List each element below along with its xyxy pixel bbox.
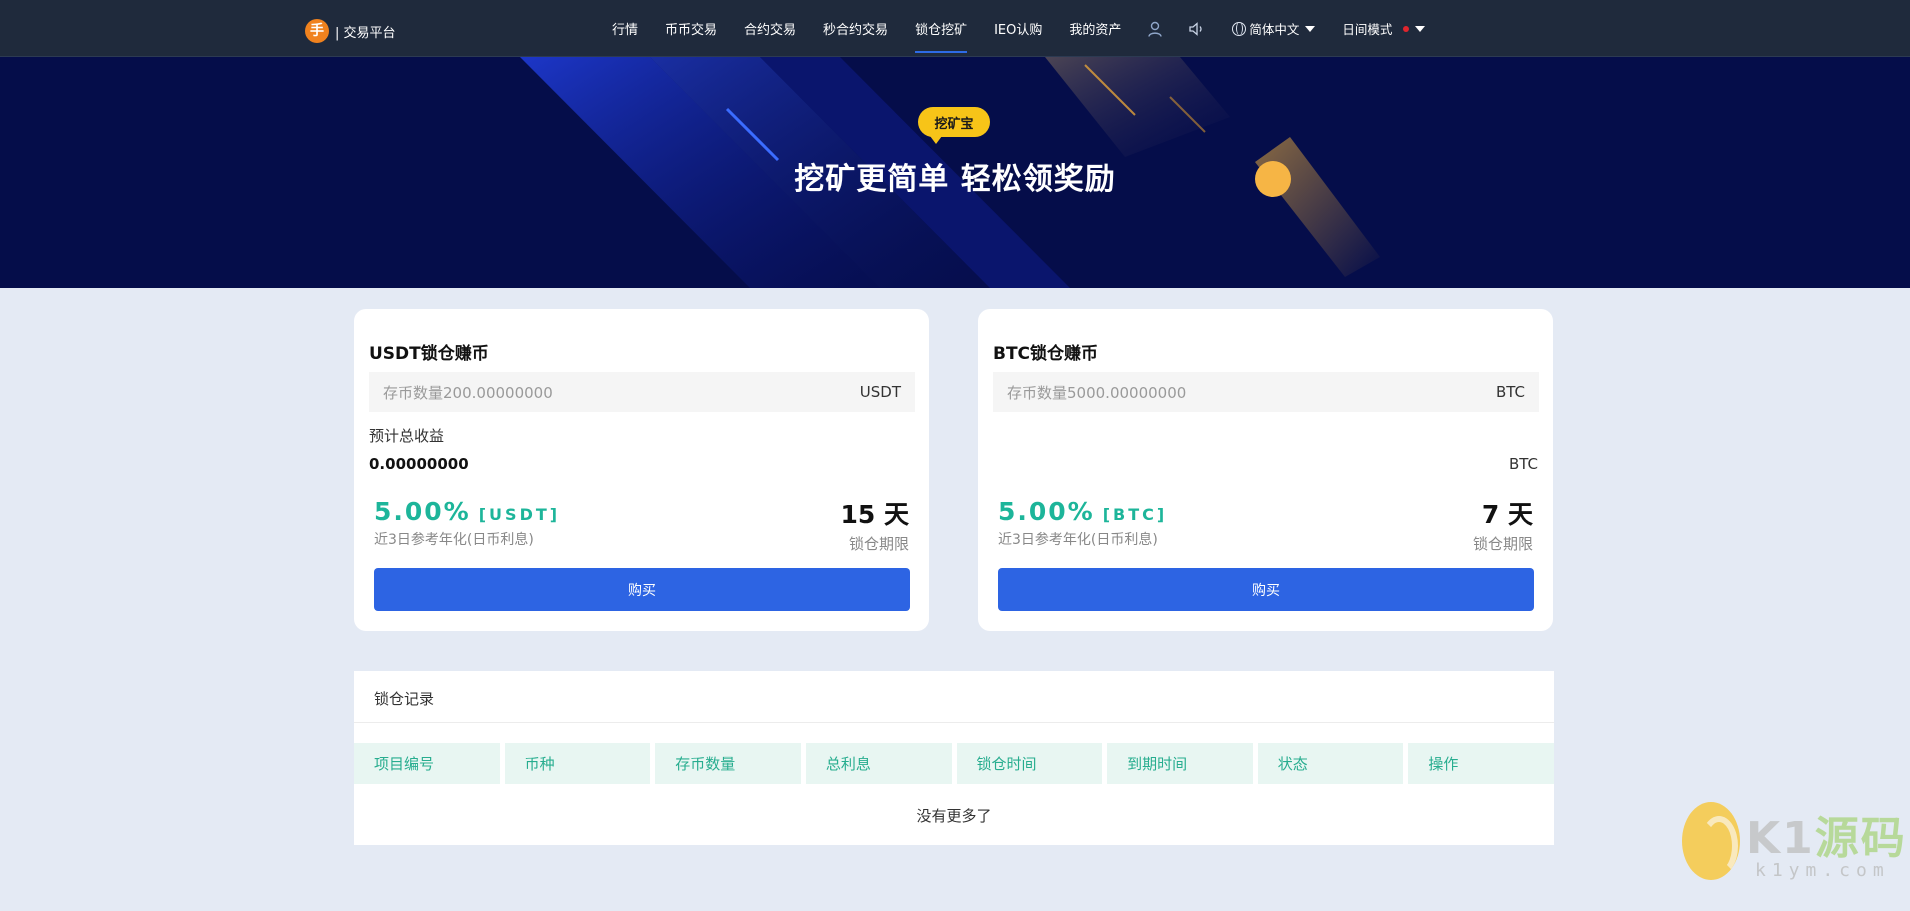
deposit-amount-input[interactable]: 存币数量5000.00000000 BTC <box>993 372 1539 412</box>
col-status: 状态 <box>1257 743 1404 784</box>
nav-item-market[interactable]: 行情 <box>612 0 638 57</box>
divider <box>354 722 1554 723</box>
nav-item-lock-mining[interactable]: 锁仓挖矿 <box>915 0 968 57</box>
records-title: 锁仓记录 <box>374 690 435 708</box>
col-project-id: 项目编号 <box>354 743 500 784</box>
col-action: 操作 <box>1408 743 1554 784</box>
estimated-income-label: 预计总收益 <box>369 427 445 445</box>
col-deposit-amount: 存币数量 <box>655 743 801 784</box>
chevron-down-icon <box>1305 25 1316 32</box>
card-title: BTC锁仓赚币 <box>993 344 1099 364</box>
watermark-text: K1源码 <box>1746 802 1907 866</box>
rate-unit: [BTC] <box>1102 505 1168 524</box>
annual-rate: 5.00% [BTC] <box>998 497 1167 526</box>
notification-dot <box>1403 25 1410 32</box>
watermark-text-b: 源码 <box>1814 813 1907 864</box>
nav-item-contract-trading[interactable]: 合约交易 <box>744 0 796 57</box>
watermark-url: k1ym.com <box>1755 860 1890 881</box>
lock-period-label: 锁仓期限 <box>848 535 909 553</box>
watermark-text-a: K1 <box>1746 813 1815 864</box>
theme-selector[interactable]: 日间模式 <box>1342 0 1426 57</box>
rate-value: 5.00% <box>998 497 1095 526</box>
annual-rate: 5.00% [USDT] <box>374 497 560 526</box>
brand-name: | 交易平台 <box>335 25 396 41</box>
speaker-icon[interactable] <box>1189 0 1205 57</box>
rate-unit: [USDT] <box>478 505 561 524</box>
empty-state-text: 没有更多了 <box>916 807 992 825</box>
deposit-placeholder: 存币数量200.00000000 <box>383 383 553 402</box>
lock-days: 15 天 <box>840 500 910 529</box>
deposit-placeholder: 存币数量5000.00000000 <box>1007 383 1187 402</box>
nav-item-second-contract[interactable]: 秒合约交易 <box>823 0 888 57</box>
nav-item-my-assets[interactable]: 我的资产 <box>1069 0 1121 57</box>
lock-period-label: 锁仓期限 <box>1472 535 1533 553</box>
usdt-lock-card: USDT锁仓赚币 存币数量200.00000000 USDT 预计总收益 0.0… <box>354 309 929 631</box>
main-nav: 行情 币币交易 合约交易 秒合约交易 锁仓挖矿 IEO认购 我的资产 简体中文 … <box>612 0 1426 57</box>
col-currency: 币种 <box>504 743 651 784</box>
language-label: 简体中文 <box>1249 22 1300 37</box>
theme-label: 日间模式 <box>1342 22 1393 37</box>
card-title: USDT锁仓赚币 <box>369 344 489 364</box>
rate-description: 近3日参考年化(日币利息) <box>374 532 534 548</box>
rate-description: 近3日参考年化(日币利息) <box>998 532 1158 548</box>
buy-button[interactable]: 购买 <box>374 568 910 611</box>
records-table-header: 项目编号 币种 存币数量 总利息 锁仓时间 到期时间 状态 操作 <box>354 743 1554 784</box>
deposit-unit: BTC <box>1495 383 1525 401</box>
top-navbar: 手 | 交易平台 行情 币币交易 合约交易 秒合约交易 锁仓挖矿 IEO认购 我… <box>0 0 1910 57</box>
user-icon[interactable] <box>1148 0 1163 57</box>
hero-badge: 挖矿宝 <box>918 107 990 144</box>
btc-lock-card: BTC锁仓赚币 存币数量5000.00000000 BTC BTC 5.00% [… <box>978 309 1553 631</box>
hero-title: 挖矿更简单 轻松领奖励 <box>794 162 1116 197</box>
brand-logo[interactable]: 手 | 交易平台 <box>305 19 396 43</box>
chevron-down-icon <box>1415 25 1426 32</box>
rate-value: 5.00% <box>374 497 471 526</box>
col-lock-time: 锁仓时间 <box>956 743 1103 784</box>
globe-icon <box>1232 21 1247 36</box>
col-total-interest: 总利息 <box>805 743 952 784</box>
hero-banner: 挖矿宝 挖矿更简单 轻松领奖励 <box>0 57 1910 288</box>
estimated-income-value: 0.00000000 <box>369 455 469 473</box>
language-selector[interactable]: 简体中文 <box>1232 0 1316 57</box>
deposit-unit: USDT <box>859 383 901 401</box>
deposit-amount-input[interactable]: 存币数量200.00000000 USDT <box>369 372 915 412</box>
lock-records-panel: 锁仓记录 项目编号 币种 存币数量 总利息 锁仓时间 到期时间 状态 操作 没有… <box>354 671 1554 845</box>
col-expire-time: 到期时间 <box>1107 743 1253 784</box>
watermark-logo-icon <box>1682 802 1740 880</box>
logo-icon: 手 <box>305 19 329 43</box>
estimated-income-unit: BTC <box>1508 455 1538 473</box>
buy-button[interactable]: 购买 <box>998 568 1534 611</box>
nav-item-ieo[interactable]: IEO认购 <box>994 0 1042 57</box>
site-watermark: K1源码 k1ym.com <box>1680 800 1905 890</box>
nav-item-spot-trading[interactable]: 币币交易 <box>665 0 717 57</box>
lock-days: 7 天 <box>1481 500 1533 529</box>
